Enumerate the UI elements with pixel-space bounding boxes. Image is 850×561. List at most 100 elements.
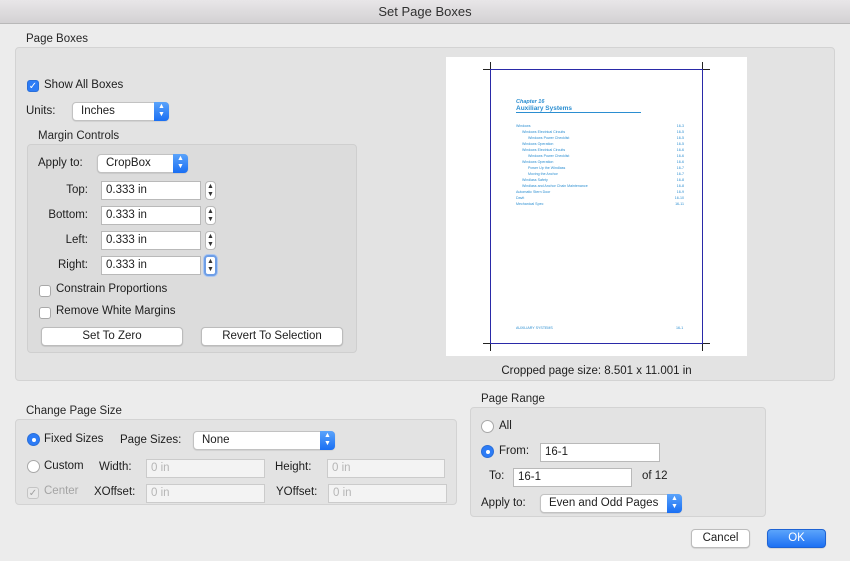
preview-toc-page: 16-7 (676, 172, 684, 176)
preview-toc-title: Mechanical Spec (516, 202, 544, 206)
preview-toc-title: Windows Power Checklist (528, 154, 570, 158)
page-range-apply-to-label: Apply to: (481, 497, 526, 509)
preview-toc-line: Windlass Safety 16-8 (522, 178, 684, 182)
width-field[interactable]: 0 in (146, 459, 265, 478)
popup-arrows-icon: ▲ ▼ (173, 154, 188, 173)
top-margin-stepper[interactable]: ▲ ▼ (205, 181, 216, 200)
page-sizes-label: Page Sizes: (120, 434, 182, 446)
preview-toc-page: 16-6 (676, 160, 684, 164)
page-sizes-popup[interactable]: None ▲ ▼ (193, 431, 335, 450)
to-field[interactable]: 16-1 (513, 468, 632, 487)
preview-toc-title: Power Up the Windlass (528, 166, 566, 170)
revert-to-selection-button[interactable]: Revert To Selection (201, 327, 343, 346)
remove-white-margins-checkbox[interactable] (39, 307, 51, 319)
left-margin-field[interactable]: 0.333 in (101, 231, 201, 250)
preview-toc-page: 16-8 (676, 184, 684, 188)
preview-toc-line: Moving the Anchor 16-7 (528, 172, 684, 176)
preview-toc-title: Moving the Anchor (528, 172, 558, 176)
preview-toc-title: Windows Operation (522, 160, 554, 164)
preview-toc-page: 16-3 (676, 124, 684, 128)
preview-footer-right: 16-1 (676, 326, 684, 330)
cancel-button[interactable]: Cancel (691, 529, 750, 548)
crop-mark (703, 69, 710, 70)
crop-mark (490, 344, 491, 351)
preview-toc-line: Mechanical Spec 16-11 (516, 202, 684, 206)
popup-arrows-icon: ▲ ▼ (154, 102, 169, 121)
preview-toc-title: Windlass Safety (522, 178, 548, 182)
crop-mark (702, 344, 703, 351)
crop-mark (702, 62, 703, 69)
preview-toc-line: Davit 16-10 (516, 196, 684, 200)
preview-toc-line: Windows Operation 16-6 (522, 160, 684, 164)
preview-toc-title: Windows Electrical Circuits (522, 148, 566, 152)
page-preview: Chapter 16 Auxiliary Systems Windows 16-3… (446, 57, 747, 356)
preview-toc-line: Windows Power Checklist 16-5 (528, 136, 684, 140)
all-pages-label: All (499, 420, 512, 432)
crop-mark (703, 343, 710, 344)
preview-toc-title: Automatic Stern Door (516, 190, 551, 194)
center-label: Center (44, 485, 79, 497)
of-total-label: of 12 (642, 470, 668, 482)
bottom-margin-stepper[interactable]: ▲ ▼ (205, 206, 216, 225)
preview-toc-line: Automatic Stern Door 16-9 (516, 190, 684, 194)
custom-radio[interactable] (27, 460, 40, 473)
preview-toc-line: Windows 16-3 (516, 124, 684, 128)
bottom-label: Bottom: (48, 209, 88, 221)
yoffset-field[interactable]: 0 in (328, 484, 447, 503)
change-page-size-group-label: Change Page Size (26, 405, 122, 417)
center-checkbox[interactable]: ✓ (27, 487, 39, 499)
preview-toc-page: 16-8 (676, 178, 684, 182)
cropped-page-size: Cropped page size: 8.501 x 11.001 in (501, 365, 692, 377)
top-margin-field[interactable]: 0.333 in (101, 181, 201, 200)
right-label: Right: (57, 259, 88, 271)
from-field[interactable]: 16-1 (540, 443, 660, 462)
units-popup[interactable]: Inches ▲ ▼ (72, 102, 169, 121)
to-label: To: (489, 470, 505, 482)
preview-toc-page: 16-5 (676, 136, 684, 140)
width-label: Width: (99, 461, 132, 473)
window-title: Set Page Boxes (378, 4, 472, 19)
show-all-boxes-label: Show All Boxes (44, 79, 124, 91)
from-radio[interactable] (481, 445, 494, 458)
constrain-proportions-checkbox[interactable] (39, 285, 51, 297)
preview-toc-line: Windlass and Anchor Chain Maintenance 16-… (522, 184, 684, 188)
xoffset-label: XOffset: (94, 486, 136, 498)
preview-toc-title: Windows Electrical Circuits (522, 130, 566, 134)
popup-arrows-icon: ▲ ▼ (320, 431, 335, 450)
units-label: Units: (26, 105, 56, 117)
right-margin-field[interactable]: 0.333 in (101, 256, 201, 275)
from-label: From: (499, 445, 530, 457)
preview-toc-page: 16-9 (676, 190, 684, 194)
apply-to-label: Apply to: (38, 157, 83, 169)
yoffset-label: YOffset: (276, 486, 318, 498)
height-field[interactable]: 0 in (327, 459, 445, 478)
units-value: Inches (81, 105, 115, 117)
fixed-sizes-label: Fixed Sizes (44, 433, 104, 445)
crop-mark (483, 343, 490, 344)
preview-heading: Auxiliary Systems (516, 105, 641, 113)
preview-toc-line: Power Up the Windlass 16-7 (528, 166, 684, 170)
page-range-apply-to-value: Even and Odd Pages (549, 497, 659, 509)
fixed-sizes-radio[interactable] (27, 433, 40, 446)
left-label: Left: (65, 234, 88, 246)
right-margin-stepper[interactable]: ▲ ▼ (204, 255, 217, 276)
preview-toc-title: Windlass and Anchor Chain Maintenance (522, 184, 588, 188)
bottom-margin-field[interactable]: 0.333 in (101, 206, 201, 225)
show-all-boxes-checkbox[interactable]: ✓ (27, 80, 39, 92)
set-to-zero-button[interactable]: Set To Zero (41, 327, 183, 346)
preview-toc-page: 16-11 (675, 202, 684, 206)
page-range-apply-to-popup[interactable]: Even and Odd Pages ▲ ▼ (540, 494, 682, 513)
left-margin-stepper[interactable]: ▲ ▼ (205, 231, 216, 250)
page-range-group-label: Page Range (481, 393, 545, 405)
apply-to-popup[interactable]: CropBox ▲ ▼ (97, 154, 188, 173)
remove-white-margins-label: Remove White Margins (56, 305, 176, 317)
xoffset-field[interactable]: 0 in (146, 484, 265, 503)
height-label: Height: (275, 461, 312, 473)
preview-toc-line: Windows Power Checklist 16-6 (528, 154, 684, 158)
all-pages-radio[interactable] (481, 420, 494, 433)
preview-footer-left: AUXILIARY SYSTEMS (516, 326, 553, 330)
preview-toc-page: 16-5 (676, 130, 684, 134)
preview-toc-title: Davit (516, 196, 525, 200)
ok-button[interactable]: OK (767, 529, 826, 548)
window-title-bar: Set Page Boxes (0, 0, 850, 24)
